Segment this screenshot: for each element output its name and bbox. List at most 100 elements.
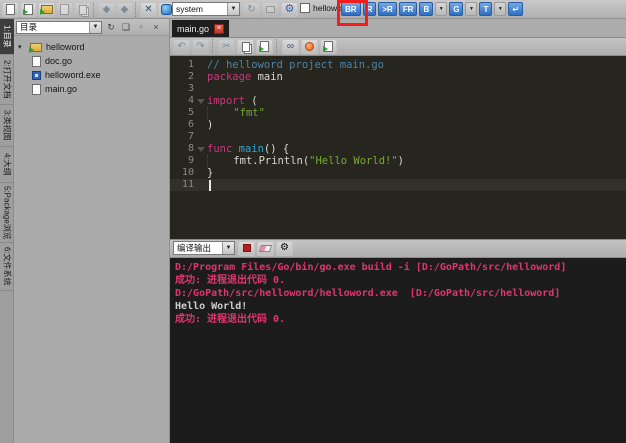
file-run-button[interactable]: FR	[398, 2, 418, 16]
chevron-down-icon[interactable]: ▼	[89, 21, 101, 33]
get-button[interactable]: G	[449, 2, 464, 16]
code-line-11: 11	[170, 179, 626, 191]
cascade-icon[interactable]: ❏	[119, 21, 133, 34]
stop-process-button[interactable]	[238, 240, 255, 256]
sidebar-panel: 目录 ▼ ↻ ❏ + × ▾ helloword doc.go helloword.exe m…	[14, 19, 169, 443]
clear-output-icon	[258, 244, 273, 252]
cut-icon: ✂	[222, 40, 231, 52]
executable-icon	[32, 70, 41, 80]
code-token: main	[251, 71, 283, 83]
code-editor[interactable]: 1 // helloword project main.go 2 package ma…	[170, 56, 626, 239]
output-view-value: 编译输出	[177, 243, 212, 253]
copy-button[interactable]	[237, 39, 254, 54]
text-cursor	[209, 179, 211, 191]
build-config-button[interactable]: ✕	[140, 2, 157, 17]
run-terminal-button[interactable]: >R	[378, 2, 397, 16]
new-file-button[interactable]	[2, 2, 19, 17]
output-settings-button[interactable]: ⚙	[276, 240, 293, 256]
insert-line-button[interactable]: ↵	[508, 2, 524, 16]
toolbar-gear-group: ⚙	[281, 2, 298, 17]
toolbar-separator	[135, 2, 138, 17]
save-all-button	[74, 2, 91, 17]
sidebar-tab-6[interactable]: 6:文件系统	[0, 243, 14, 291]
console-line: 成功: 进程退出代码 0.	[175, 313, 286, 325]
sidebar-header: 目录 ▼ ↻ ❏ + ×	[14, 19, 169, 36]
tree-item-label: doc.go	[45, 56, 73, 66]
reload-env-icon: ↻	[247, 3, 256, 15]
code-line-7: 7	[170, 131, 626, 143]
chevron-down-icon[interactable]: ▼	[227, 3, 239, 15]
sidebar-tab-2[interactable]: 2:打开文档	[0, 55, 14, 105]
main-toolbar: ◆◆✕Go system ▼ ↻ ⚙ helloword BRR>RFRB▼G▼…	[0, 0, 626, 26]
build-actions-group: BR R >R FR B ▼ G ▼ T ▼ ↵	[341, 2, 524, 16]
build-output-console[interactable]: D:/Program Files/Go/bin/go.exe build -i …	[170, 257, 626, 443]
open-folder-button[interactable]	[38, 2, 55, 17]
sidebar-tab-4[interactable]: 4:大纲	[0, 147, 14, 183]
tree-item-label: helloword.exe	[45, 70, 101, 80]
expand-arrow-icon[interactable]: ▾	[18, 43, 26, 51]
code-token: )	[397, 155, 404, 167]
console-line: D:/Program Files/Go/bin/go.exe build -i …	[175, 261, 567, 273]
build-button[interactable]: B	[419, 2, 434, 16]
close-tab-icon[interactable]: ×	[214, 23, 225, 34]
sidebar-tab-5[interactable]: 5:Package浏览	[0, 183, 14, 243]
env-select-combo[interactable]: system ▼	[172, 2, 240, 16]
settings-button[interactable]: ⚙	[281, 2, 298, 17]
sidebar-view-combo[interactable]: 目录 ▼	[16, 20, 102, 34]
sync-editor-icon[interactable]: ↻	[104, 21, 118, 34]
output-view-combo[interactable]: 编译输出 ▼	[173, 241, 235, 255]
toolbar-separator	[212, 39, 215, 54]
test-button-dropdown[interactable]: ▼	[494, 2, 507, 16]
fold-marker-icon[interactable]	[194, 98, 207, 104]
console-line: 成功: 进程退出代码 0.	[175, 274, 286, 286]
back-icon: ◆	[102, 3, 111, 15]
line-number: 11	[181, 179, 194, 190]
link-edit-button[interactable]: ∞	[282, 39, 299, 54]
forward-icon: ◆	[120, 3, 129, 15]
export-run-icon	[323, 41, 333, 52]
chevron-down-icon[interactable]: ▼	[222, 242, 234, 254]
debug-icon	[161, 4, 172, 15]
sidebar-tab-3[interactable]: 3:类视图	[0, 105, 14, 147]
code-token: // helloword project main.go	[207, 59, 385, 71]
reload-env-button: ↻	[243, 2, 260, 17]
forward-button: ◆	[116, 2, 133, 17]
console-line: Hello World!	[175, 300, 248, 312]
toolbar-separator	[93, 2, 96, 17]
line-number: 7	[187, 131, 194, 142]
export-run-button[interactable]	[320, 39, 337, 54]
code-line-1: 1 // helloword project main.go	[170, 59, 626, 71]
link-edit-icon: ∞	[286, 40, 295, 52]
clear-output-button[interactable]	[257, 240, 274, 256]
tree-item-label: helloword	[46, 42, 85, 52]
open-file-button[interactable]	[20, 2, 37, 17]
close-panel-icon[interactable]: ×	[149, 21, 163, 34]
paste-button[interactable]	[256, 39, 273, 54]
code-token	[207, 107, 233, 119]
line-number: 5	[187, 107, 194, 118]
tree-item-helloword-exe[interactable]: helloword.exe	[16, 68, 167, 82]
editor-tab-maingo[interactable]: main.go ×	[172, 20, 230, 37]
sidebar-tab-1[interactable]: 1:目录	[0, 19, 14, 55]
test-button[interactable]: T	[479, 2, 493, 16]
tree-item-doc-go[interactable]: doc.go	[16, 54, 167, 68]
output-settings-icon: ⚙	[280, 242, 289, 253]
fold-marker-icon[interactable]	[194, 146, 207, 152]
tree-item-main-go[interactable]: main.go	[16, 82, 167, 96]
open-folder-icon	[39, 5, 53, 15]
code-line-5: 5 "fmt"	[170, 107, 626, 119]
env-select-value: system	[176, 4, 203, 14]
get-button-dropdown[interactable]: ▼	[465, 2, 478, 16]
tree-item-helloword[interactable]: ▾ helloword	[16, 40, 167, 54]
code-token: fmt.Println(	[233, 155, 310, 167]
project-checkbox[interactable]	[300, 3, 310, 13]
sidebar-tabstrip: 1:目录 2:打开文档 3:类视图 4:大纲 5:Package浏览 6:文件系统	[0, 19, 14, 443]
toolbar-env-icons: ↻	[243, 2, 279, 17]
gear-icon: ⚙	[284, 3, 295, 15]
file-icon	[32, 83, 41, 95]
line-number: 8	[187, 143, 194, 154]
build-button-dropdown[interactable]: ▼	[435, 2, 448, 16]
code-token: () {	[263, 143, 290, 155]
breakpoint-button[interactable]	[301, 39, 318, 54]
code-line-9: 9 fmt.Println("Hello World!")	[170, 155, 626, 167]
